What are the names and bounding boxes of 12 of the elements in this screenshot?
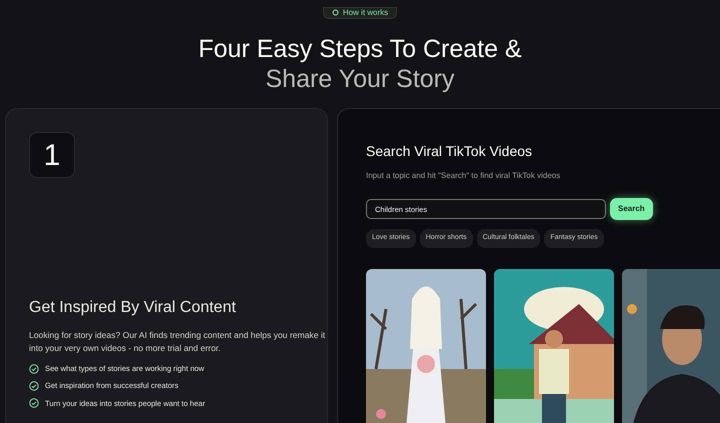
heading-line: Four Easy Steps To Create & [197, 34, 523, 64]
search-button[interactable]: Search [610, 198, 653, 220]
step-number: 1 [29, 132, 75, 178]
check-circle-icon [29, 398, 39, 408]
demo-title: Search Viral TikTok Videos [366, 142, 534, 161]
how-it-works-badge: How it works [322, 7, 398, 19]
step-description: Looking for story ideas? Our AI finds trending content and helps you remake it into your very own videos - no more trial and error. [29, 329, 326, 355]
heading-line: Share Your Story [264, 64, 456, 94]
check-circle-icon [29, 364, 39, 374]
check-circle-icon [29, 381, 39, 392]
demo-subtitle: Input a topic and hit "Search" to find viral TikTok videos [366, 170, 562, 182]
step-title: Get Inspired By Viral Content [29, 298, 237, 318]
